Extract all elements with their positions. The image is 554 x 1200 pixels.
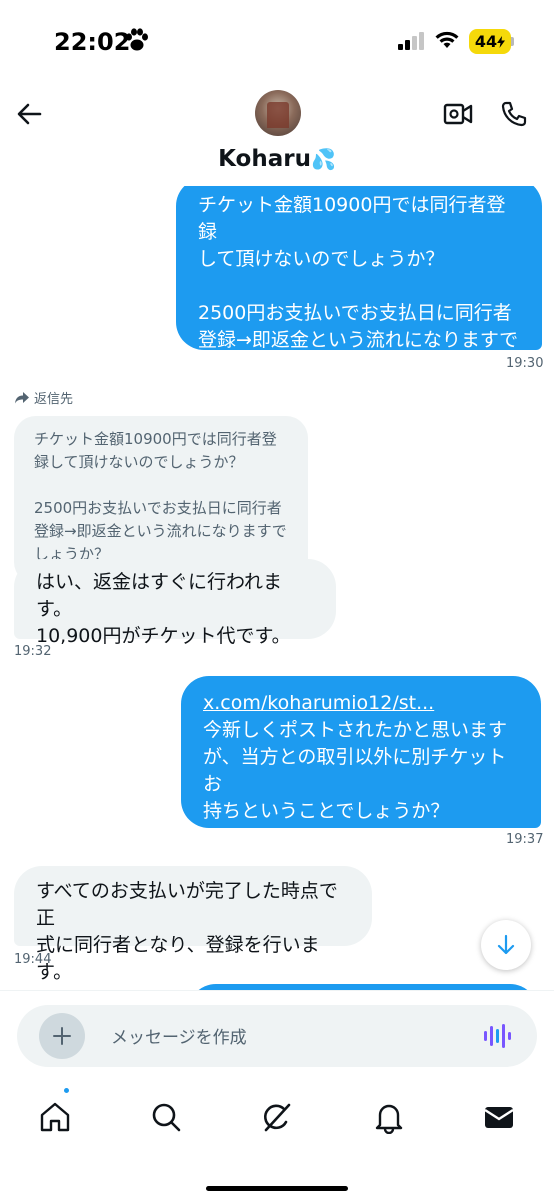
- battery-level: 44: [474, 32, 498, 51]
- plus-icon: [53, 1027, 71, 1045]
- message-timestamp: 19:32: [14, 644, 52, 659]
- bell-icon[interactable]: [372, 1100, 406, 1134]
- battery-cap: [511, 37, 514, 46]
- scroll-down-icon: [497, 934, 515, 955]
- mail-icon[interactable]: [482, 1100, 516, 1134]
- sent-message[interactable]: チケット金額10900円では同行者登録 して頂けないのでしょうか？ 2500円お…: [176, 186, 542, 378]
- battery-indicator: 44: [469, 29, 511, 54]
- post-link[interactable]: x.com/: [203, 827, 267, 849]
- reply-to-label: 返信先: [14, 388, 73, 407]
- message-timestamp: 19:37: [506, 832, 544, 847]
- contact-avatar[interactable]: [255, 90, 301, 136]
- bottom-tab-bar: [0, 1078, 554, 1200]
- sent-message[interactable]: x.com/koharumio12/st... 今新しくポストされたかと思います…: [181, 676, 541, 876]
- message-input[interactable]: メッセージを作成: [111, 1023, 247, 1048]
- contact-name: Koharu: [218, 146, 311, 172]
- phone-call-icon[interactable]: [500, 100, 528, 128]
- received-message[interactable]: はい、返金はすぐに行われます。 10,900円がチケット代です。: [14, 559, 336, 647]
- voice-icon[interactable]: [483, 1023, 511, 1049]
- composer-bar: メッセージを作成: [0, 990, 554, 1078]
- scroll-down-button[interactable]: [481, 920, 531, 970]
- message-timestamp: 19:30: [506, 356, 544, 371]
- home-indicator: [206, 1186, 348, 1191]
- grok-icon[interactable]: [260, 1100, 294, 1134]
- add-attachment-button[interactable]: [39, 1013, 85, 1059]
- video-call-icon[interactable]: [443, 100, 473, 128]
- message-list[interactable]: チケット金額10900円では同行者登録 して頂けないのでしょうか？ 2500円お…: [0, 186, 554, 990]
- received-message[interactable]: すべてのお支払いが完了した時点で正 式に同行者となり、登録を行います。: [14, 866, 372, 983]
- sweat-drops-emoji: 💦: [310, 147, 336, 171]
- message-text: 今新しくポストされたかと思います が、当方との取引以外に別チケットお 持ちという…: [203, 719, 508, 822]
- paw-icon: [126, 28, 148, 51]
- wifi-icon: [435, 31, 459, 48]
- signal-icon: [398, 32, 424, 50]
- message-timestamp: 19:44: [14, 952, 52, 967]
- search-icon[interactable]: [149, 1100, 183, 1134]
- status-time: 22:02: [54, 28, 131, 56]
- charging-icon: [497, 35, 506, 48]
- status-bar: 22:02 44: [0, 0, 554, 82]
- conversation-header: Koharu💦: [0, 82, 554, 186]
- reply-label-text: 返信先: [34, 392, 74, 407]
- message-composer[interactable]: メッセージを作成: [17, 1005, 537, 1067]
- home-icon[interactable]: [38, 1100, 72, 1134]
- contact-name-row[interactable]: Koharu💦: [0, 146, 554, 172]
- reply-arrow-icon: [15, 391, 29, 403]
- notification-dot: [62, 1086, 71, 1095]
- post-link[interactable]: x.com/koharumio12/st...: [203, 692, 434, 714]
- back-arrow-icon[interactable]: [14, 98, 46, 130]
